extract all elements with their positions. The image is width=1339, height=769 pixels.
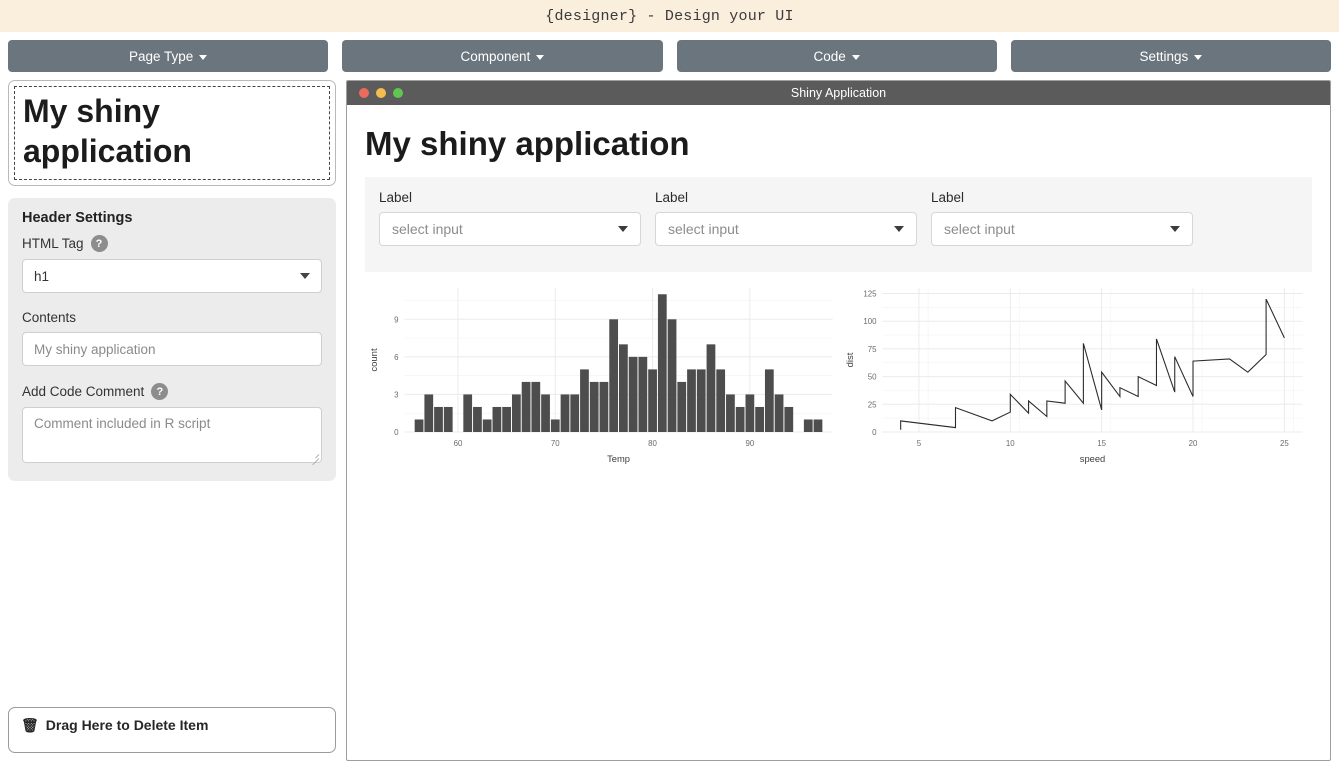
svg-text:60: 60 bbox=[454, 439, 463, 448]
svg-text:75: 75 bbox=[867, 345, 876, 354]
input-label-2: Label bbox=[655, 190, 917, 205]
svg-text:3: 3 bbox=[394, 390, 399, 399]
chevron-down-icon bbox=[618, 226, 628, 232]
menu-component[interactable]: Component bbox=[342, 40, 662, 72]
delete-dropzone-label: Drag Here to Delete Item bbox=[46, 717, 209, 733]
svg-text:25: 25 bbox=[867, 400, 876, 409]
html-tag-label: HTML Tag bbox=[22, 236, 84, 251]
sidebar: My shiny application Header Settings HTM… bbox=[8, 80, 336, 761]
svg-text:80: 80 bbox=[648, 439, 657, 448]
input-cell-1: Label select input bbox=[379, 190, 641, 246]
menu-code-label: Code bbox=[813, 49, 845, 64]
svg-text:100: 100 bbox=[863, 317, 877, 326]
app-preview-canvas: My shiny application Label select input … bbox=[347, 105, 1330, 760]
app-preview-window: Shiny Application My shiny application L… bbox=[346, 80, 1331, 761]
input-label-1: Label bbox=[379, 190, 641, 205]
input-row-panel: Label select input Label select input La… bbox=[365, 177, 1312, 272]
app-preview-title: My shiny application bbox=[365, 125, 1312, 163]
menu-page-type-label: Page Type bbox=[129, 49, 193, 64]
trash-icon: 🗑 bbox=[21, 717, 39, 733]
chevron-down-icon bbox=[300, 273, 310, 279]
select-input-1[interactable]: select input bbox=[379, 212, 641, 246]
menu-page-type[interactable]: Page Type bbox=[8, 40, 328, 72]
svg-text:0: 0 bbox=[394, 428, 399, 437]
chevron-down-icon bbox=[1170, 226, 1180, 232]
menu-component-label: Component bbox=[460, 49, 530, 64]
input-cell-3: Label select input bbox=[931, 190, 1193, 246]
input-label-3: Label bbox=[931, 190, 1193, 205]
app-banner: {designer} - Design your UI bbox=[0, 0, 1339, 32]
svg-text:9: 9 bbox=[394, 315, 399, 324]
contents-input-placeholder: My shiny application bbox=[34, 342, 156, 357]
chevron-down-icon bbox=[199, 55, 207, 60]
select-input-1-placeholder: select input bbox=[392, 221, 463, 237]
html-tag-select-value: h1 bbox=[34, 269, 49, 284]
chevron-down-icon bbox=[894, 226, 904, 232]
selected-element-preview[interactable]: My shiny application bbox=[8, 80, 336, 186]
code-comment-placeholder: Comment included in R script bbox=[34, 416, 210, 431]
svg-text:50: 50 bbox=[867, 373, 876, 382]
chevron-down-icon bbox=[852, 55, 860, 60]
svg-text:15: 15 bbox=[1097, 439, 1106, 448]
main-menubar: Page Type Component Code Settings bbox=[0, 32, 1339, 80]
app-banner-title: {designer} - Design your UI bbox=[545, 8, 793, 25]
html-tag-label-row: HTML Tag ? bbox=[22, 235, 322, 252]
html-tag-select[interactable]: h1 bbox=[22, 259, 322, 293]
selected-element-dashed-frame: My shiny application bbox=[14, 86, 330, 180]
svg-text:count: count bbox=[368, 348, 379, 372]
contents-input[interactable]: My shiny application bbox=[22, 332, 322, 366]
code-comment-label: Add Code Comment bbox=[22, 384, 144, 399]
contents-label-row: Contents bbox=[22, 310, 322, 325]
menu-settings-label: Settings bbox=[1139, 49, 1188, 64]
plots-row: 0 3 6 9 60 70 80 90 Temp count 0 25 50 75 100 125 5 10 15… bbox=[365, 272, 1312, 472]
preview-window-titlebar: Shiny Application bbox=[347, 81, 1330, 105]
main-body: My shiny application Header Settings HTM… bbox=[0, 80, 1339, 769]
svg-text:90: 90 bbox=[745, 439, 754, 448]
svg-text:20: 20 bbox=[1188, 439, 1197, 448]
help-icon[interactable]: ? bbox=[151, 383, 168, 400]
code-comment-label-row: Add Code Comment ? bbox=[22, 383, 322, 400]
resize-handle-icon[interactable] bbox=[309, 450, 319, 460]
help-icon[interactable]: ? bbox=[91, 235, 108, 252]
select-input-2-placeholder: select input bbox=[668, 221, 739, 237]
menu-code[interactable]: Code bbox=[677, 40, 997, 72]
chevron-down-icon bbox=[536, 55, 544, 60]
svg-text:6: 6 bbox=[394, 353, 399, 362]
svg-text:125: 125 bbox=[863, 289, 877, 298]
header-settings-panel: Header Settings HTML Tag ? h1 Contents M… bbox=[8, 198, 336, 481]
svg-text:speed: speed bbox=[1079, 453, 1104, 464]
svg-text:70: 70 bbox=[551, 439, 560, 448]
line-plot: 0 25 50 75 100 125 5 10 15 20 25 speed dist bbox=[839, 280, 1313, 472]
select-input-3[interactable]: select input bbox=[931, 212, 1193, 246]
svg-text:dist: dist bbox=[843, 352, 854, 367]
histogram-plot: 0 3 6 9 60 70 80 90 Temp count bbox=[365, 280, 839, 472]
code-comment-textarea[interactable]: Comment included in R script bbox=[22, 407, 322, 463]
chevron-down-icon bbox=[1194, 55, 1202, 60]
svg-text:5: 5 bbox=[916, 439, 921, 448]
preview-window-title: Shiny Application bbox=[347, 86, 1330, 100]
header-settings-title: Header Settings bbox=[22, 210, 322, 226]
svg-text:0: 0 bbox=[872, 428, 877, 437]
svg-text:10: 10 bbox=[1005, 439, 1014, 448]
menu-settings[interactable]: Settings bbox=[1011, 40, 1331, 72]
delete-dropzone[interactable]: 🗑 Drag Here to Delete Item bbox=[8, 707, 336, 753]
contents-label: Contents bbox=[22, 310, 76, 325]
svg-text:Temp: Temp bbox=[607, 453, 630, 464]
input-cell-2: Label select input bbox=[655, 190, 917, 246]
svg-text:25: 25 bbox=[1279, 439, 1288, 448]
preview-header-text: My shiny application bbox=[23, 91, 321, 171]
select-input-2[interactable]: select input bbox=[655, 212, 917, 246]
select-input-3-placeholder: select input bbox=[944, 221, 1015, 237]
